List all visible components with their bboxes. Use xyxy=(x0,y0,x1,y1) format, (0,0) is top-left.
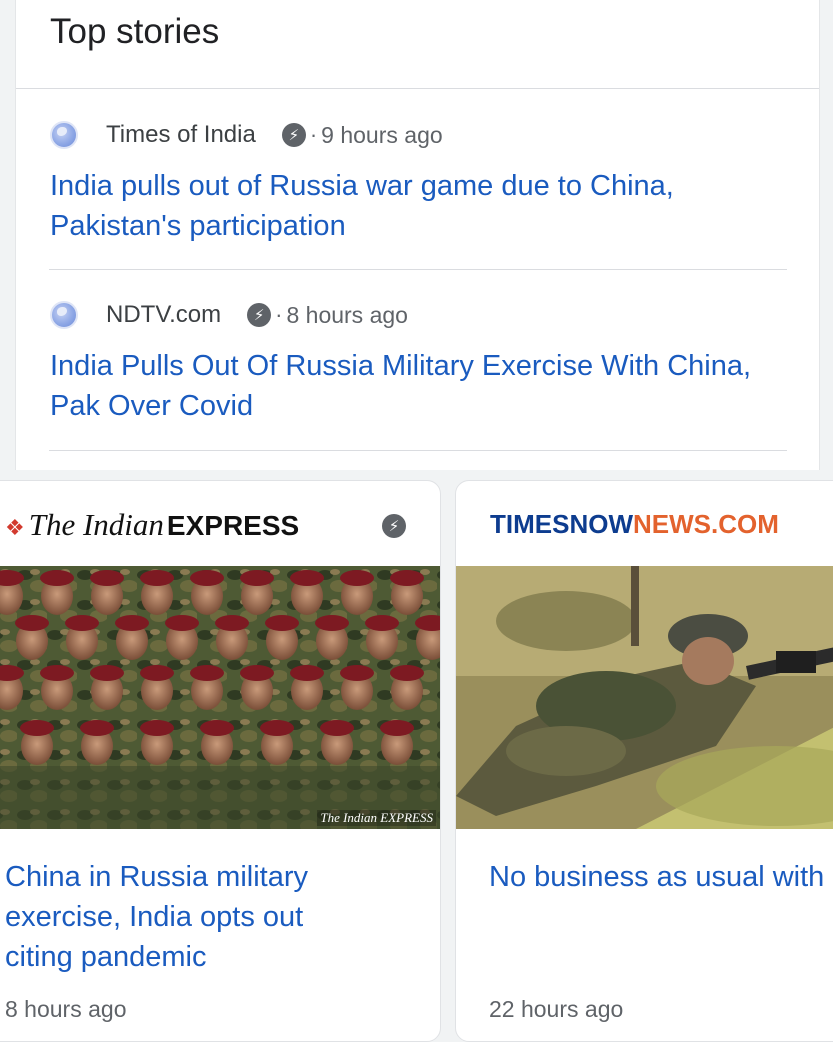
story-source-row: NDTV.com ⚡ · 8 hours ago xyxy=(50,297,408,333)
story-headline-link[interactable]: India pulls out of Russia war game due t… xyxy=(50,166,770,246)
top-stories-card: Top stories Times of India ⚡ · 9 hours a… xyxy=(15,0,820,470)
card-header: ❖ The Indian EXPRESS ⚡ xyxy=(0,481,440,566)
soldiers-parade-image xyxy=(0,566,440,829)
globe-icon xyxy=(50,301,78,329)
section-title: Top stories xyxy=(50,12,220,51)
news-thumbnail[interactable]: The Indian EXPRESS xyxy=(0,566,440,829)
globe-icon xyxy=(50,121,78,149)
story-time: 9 hours ago xyxy=(321,121,443,148)
story-source-row: Times of India ⚡ · 9 hours ago xyxy=(50,117,443,153)
separator-dot: · xyxy=(309,122,318,147)
news-card-indian-express[interactable]: ❖ The Indian EXPRESS ⚡ The Indian EXPRES… xyxy=(0,480,441,1042)
story-headline-link[interactable]: India Pulls Out Of Russia Military Exerc… xyxy=(50,346,770,426)
news-card-timesnow[interactable]: TIMESNOWNEWS.COM No business as usual wi… xyxy=(455,480,833,1042)
card-headline-link[interactable]: No business as usual with China: India t… xyxy=(489,857,833,897)
divider xyxy=(16,88,819,89)
story-source-name: NDTV.com xyxy=(106,301,222,328)
divider xyxy=(49,269,787,270)
story-source-name: Times of India xyxy=(106,121,256,148)
card-headline-link[interactable]: China in Russia military exercise, India… xyxy=(5,857,425,977)
image-watermark: The Indian EXPRESS xyxy=(317,810,436,826)
separator-dot: · xyxy=(275,302,283,327)
indian-express-mark-icon: ❖ xyxy=(5,516,25,541)
card-header: TIMESNOWNEWS.COM xyxy=(456,481,833,566)
publisher-logo-part2: NEWS.COM xyxy=(633,509,779,539)
publisher-logo: TIMESNOWNEWS.COM xyxy=(490,509,779,540)
amp-lightning-icon: ⚡ xyxy=(247,303,272,327)
card-time: 8 hours ago xyxy=(5,996,127,1022)
publisher-logo-part1: TIMESNOW xyxy=(490,509,633,539)
publisher-logo-part2: EXPRESS xyxy=(166,510,300,541)
soldier-aiming-image xyxy=(456,566,833,829)
publisher-logo-part1: The Indian xyxy=(28,507,164,542)
story-time: 8 hours ago xyxy=(286,301,408,328)
divider xyxy=(49,450,787,451)
news-thumbnail[interactable] xyxy=(456,566,833,829)
card-time: 22 hours ago xyxy=(489,996,624,1022)
amp-lightning-icon: ⚡ xyxy=(382,514,406,538)
publisher-logo: ❖ The Indian EXPRESS xyxy=(5,507,299,543)
amp-lightning-icon: ⚡ xyxy=(281,123,306,147)
